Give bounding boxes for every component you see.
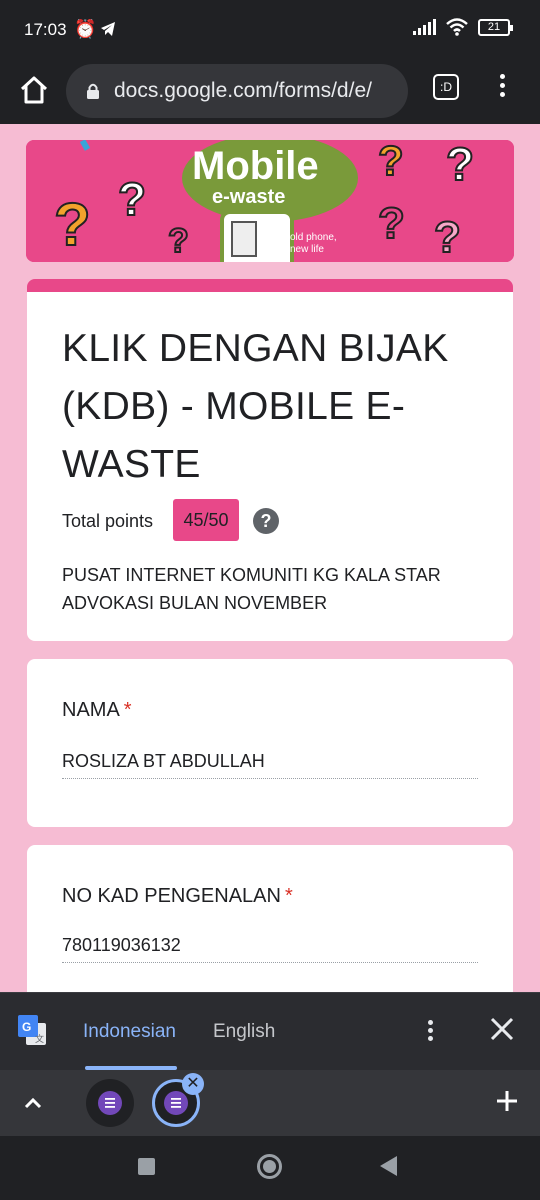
google-forms-icon — [164, 1091, 188, 1115]
alarm-icon: ⏰ — [74, 19, 97, 39]
home-icon[interactable] — [18, 74, 50, 106]
system-nav-bar — [0, 1136, 540, 1200]
home-button[interactable] — [257, 1154, 282, 1179]
question-label: NAMA * — [62, 699, 132, 721]
tab-group-item[interactable] — [86, 1079, 134, 1127]
back-button[interactable] — [380, 1156, 397, 1176]
score-badge: 45/50 — [173, 499, 239, 541]
question-card: NAMA * ROSLIZA BT ABDULLAH — [27, 659, 513, 827]
signal-icon — [413, 19, 436, 35]
svg-text:?: ? — [378, 140, 404, 184]
required-asterisk: * — [284, 885, 293, 907]
battery-icon: 21 — [478, 18, 513, 36]
status-time: 17:03 — [24, 20, 67, 39]
wifi-icon — [446, 18, 468, 36]
google-translate-icon[interactable]: G 文 — [18, 1015, 48, 1047]
svg-text:?: ? — [378, 199, 405, 248]
tab-switcher-button[interactable]: :D — [433, 74, 459, 100]
banner-logo-title: Mobile — [192, 144, 319, 188]
question-label: NO KAD PENGENALAN * — [62, 885, 293, 907]
form-title: KLIK DENGAN BIJAK (KDB) - MOBILE E-WASTE — [62, 327, 449, 486]
status-bar: 17:03 ⏰ 21 — [0, 0, 540, 58]
banner-slogan-line1: old phone, — [290, 232, 337, 243]
required-asterisk: * — [123, 699, 132, 721]
help-icon[interactable]: ? — [253, 508, 279, 534]
question-card: NO KAD PENGENALAN * 780119036132 — [27, 845, 513, 1005]
url-text: docs.google.com/forms/d/e/ — [114, 79, 372, 102]
recents-button[interactable] — [138, 1158, 155, 1175]
form-description: PUSAT INTERNET KOMUNITI KG KALA STAR ADV… — [62, 565, 441, 613]
translate-menu-icon[interactable] — [420, 1017, 440, 1049]
svg-text:?: ? — [446, 140, 474, 190]
lock-icon — [87, 83, 99, 99]
close-tab-icon[interactable]: ✕ — [182, 1073, 204, 1095]
address-bar[interactable]: docs.google.com/forms/d/e/ — [66, 64, 408, 118]
svg-text:?: ? — [118, 173, 146, 225]
translate-bar: G 文 Indonesian English — [0, 992, 540, 1070]
browser-toolbar: docs.google.com/forms/d/e/ :D — [0, 58, 540, 124]
banner-slogan-line2: new life — [290, 244, 324, 255]
google-forms-icon — [98, 1091, 122, 1115]
svg-text:G: G — [22, 1020, 31, 1034]
telegram-icon — [101, 22, 115, 36]
svg-text:?: ? — [434, 213, 461, 262]
banner-logo-subtitle: e-waste — [212, 186, 286, 208]
svg-text:?: ? — [168, 222, 189, 260]
more-menu-icon[interactable] — [492, 70, 512, 106]
form-title-card: KLIK DENGAN BIJAK (KDB) - MOBILE E-WASTE… — [27, 279, 513, 641]
close-icon[interactable] — [488, 1015, 516, 1043]
svg-text:?: ? — [54, 191, 91, 258]
svg-text:文: 文 — [35, 1033, 44, 1044]
source-language-tab[interactable]: Indonesian — [83, 1021, 176, 1043]
tab-strip — [0, 1070, 540, 1136]
new-tab-icon[interactable] — [494, 1088, 520, 1114]
target-language-tab[interactable]: English — [213, 1021, 275, 1043]
chevron-up-icon[interactable] — [22, 1092, 44, 1114]
form-header-image: ? ? ? ? ? ? ? Mobile e-waste old phone, … — [26, 140, 514, 262]
total-points-label: Total points — [62, 511, 154, 531]
answer-text: ROSLIZA BT ABDULLAH — [62, 751, 478, 779]
answer-text: 780119036132 — [62, 935, 478, 963]
